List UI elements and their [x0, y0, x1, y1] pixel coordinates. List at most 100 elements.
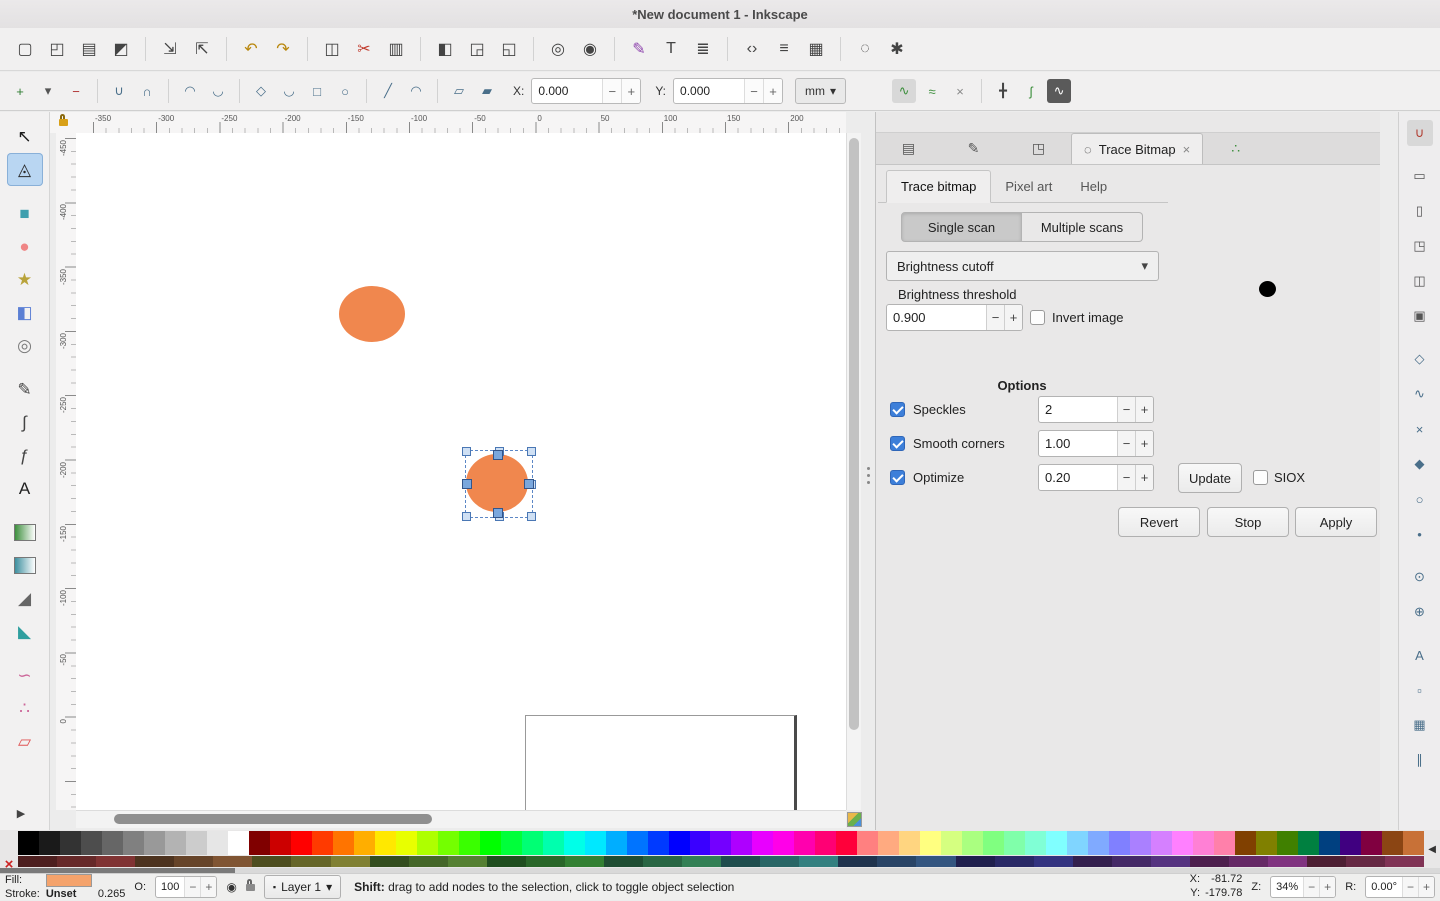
palette-swatch[interactable] — [1235, 831, 1256, 855]
palette-swatch[interactable] — [1340, 831, 1361, 855]
calligraphy-tool[interactable]: ƒ — [7, 439, 43, 472]
palette-swatch[interactable] — [752, 831, 773, 855]
palette-swatch[interactable] — [585, 831, 606, 855]
siox-checkbox[interactable] — [1253, 470, 1268, 485]
stop-button[interactable]: Stop — [1207, 507, 1289, 537]
palette-swatch[interactable] — [838, 856, 877, 867]
palette-swatch[interactable] — [773, 831, 794, 855]
import-icon[interactable]: ⇲ — [157, 36, 183, 62]
snap-path-icon[interactable]: ∿ — [1407, 381, 1433, 407]
palette-swatch[interactable] — [1277, 831, 1298, 855]
revert-button[interactable]: Revert — [1118, 507, 1200, 537]
speckles-input[interactable]: 2 − + — [1038, 396, 1154, 423]
palette-swatch[interactable] — [627, 831, 648, 855]
smooth-corners-input[interactable]: 1.00 − + — [1038, 430, 1154, 457]
palette-swatch[interactable] — [682, 856, 721, 867]
text-tool[interactable]: A — [7, 472, 43, 505]
palette-swatch[interactable] — [983, 831, 1004, 855]
increment-icon[interactable]: + — [1004, 305, 1022, 330]
ruler-corner[interactable] — [50, 112, 76, 133]
increment-icon[interactable]: + — [1135, 465, 1153, 490]
palette-swatch[interactable] — [920, 831, 941, 855]
palette-swatch[interactable] — [1151, 856, 1190, 867]
horizontal-scrollbar[interactable] — [76, 810, 846, 828]
tab-trace-bitmap-page[interactable]: Trace bitmap — [886, 170, 991, 203]
palette-swatch[interactable] — [648, 831, 669, 855]
color-management-icon[interactable] — [847, 812, 862, 827]
document-properties-icon[interactable]: ▦ — [803, 36, 829, 62]
increment-icon[interactable]: + — [1319, 877, 1335, 897]
palette-swatch[interactable] — [1382, 831, 1403, 855]
object-to-path-icon[interactable]: ▱ — [447, 79, 471, 103]
tab-trace-bitmap[interactable]: ◌ Trace Bitmap × — [1071, 133, 1203, 164]
optimize-input[interactable]: 0.20 − + — [1038, 464, 1154, 491]
palette-swatch[interactable] — [438, 831, 459, 855]
apply-button[interactable]: Apply — [1295, 507, 1377, 537]
palette-swatch[interactable] — [794, 831, 815, 855]
palette-swatch[interactable] — [18, 856, 57, 867]
join-nodes-icon[interactable]: ∩ — [135, 79, 159, 103]
x-increment-icon[interactable]: + — [621, 79, 640, 103]
break-path-icon[interactable]: ∪ — [107, 79, 131, 103]
speckles-checkbox[interactable] — [890, 402, 905, 417]
palette-swatch[interactable] — [409, 856, 448, 867]
dock-resize-grip[interactable] — [865, 460, 872, 490]
make-auto-node-icon[interactable]: ○ — [333, 79, 357, 103]
star-tool[interactable]: ★ — [7, 263, 43, 296]
palette-swatch[interactable] — [102, 831, 123, 855]
segment-to-curve-icon[interactable]: ◠ — [404, 79, 428, 103]
palette-swatch[interactable] — [459, 831, 480, 855]
increment-icon[interactable]: + — [200, 877, 216, 897]
ruler-lock-icon[interactable] — [59, 119, 68, 126]
palette-swatch[interactable] — [1268, 856, 1307, 867]
box3d-tool[interactable]: ◧ — [7, 296, 43, 329]
palette-swatch[interactable] — [1256, 831, 1277, 855]
palette-swatch[interactable] — [1025, 831, 1046, 855]
decrement-icon[interactable]: − — [1117, 431, 1135, 456]
snap-cusp-node-icon[interactable]: ◆ — [1407, 451, 1433, 477]
make-smooth-icon[interactable]: ◡ — [277, 79, 301, 103]
smooth-corners-checkbox[interactable] — [890, 436, 905, 451]
palette-swatch[interactable] — [1229, 856, 1268, 867]
x-decrement-icon[interactable]: − — [602, 79, 621, 103]
zoom-input[interactable]: 34% − + — [1270, 876, 1336, 898]
palette-swatch[interactable] — [331, 856, 370, 867]
clone-icon[interactable]: ◲ — [464, 36, 490, 62]
make-corner-icon[interactable]: ◇ — [249, 79, 273, 103]
duplicate-icon[interactable]: ◧ — [432, 36, 458, 62]
vertical-scrollbar[interactable] — [846, 133, 861, 810]
palette-swatch[interactable] — [857, 831, 878, 855]
export-icon[interactable]: ⇱ — [189, 36, 215, 62]
layer-visibility-icon[interactable]: ◉ — [226, 880, 236, 894]
tab-help[interactable]: Help — [1066, 170, 1121, 202]
new-document-icon[interactable]: ▢ — [12, 36, 38, 62]
palette-swatch[interactable] — [1361, 831, 1382, 855]
palette-swatch[interactable] — [1298, 831, 1319, 855]
selection-handle[interactable] — [527, 512, 536, 521]
palette-swatch[interactable] — [333, 831, 354, 855]
zoom-value[interactable]: 34% — [1271, 881, 1303, 893]
palette-swatch[interactable] — [760, 856, 799, 867]
palette-swatch[interactable] — [606, 831, 627, 855]
snap-toolbar-expand-icon[interactable]: ▶ — [0, 807, 42, 820]
update-button[interactable]: Update — [1178, 463, 1242, 493]
palette-swatch[interactable] — [1190, 856, 1229, 867]
snap-object-center-icon[interactable]: ⊙ — [1407, 564, 1433, 590]
opacity-value[interactable]: 100 — [156, 881, 184, 893]
palette-swatch[interactable] — [1004, 831, 1025, 855]
palette-swatch[interactable] — [396, 831, 417, 855]
text-dialog-icon[interactable]: T — [658, 36, 684, 62]
make-symmetric-icon[interactable]: □ — [305, 79, 329, 103]
horizontal-scrollbar-thumb[interactable] — [114, 814, 432, 824]
path-node[interactable] — [524, 479, 534, 489]
copy-icon[interactable]: ◫ — [319, 36, 345, 62]
snap-bbox-icon[interactable]: ▭ — [1407, 163, 1433, 189]
close-icon[interactable]: × — [1183, 142, 1191, 157]
decrement-icon[interactable]: − — [1117, 397, 1135, 422]
palette-swatch[interactable] — [291, 831, 312, 855]
palette-swatch[interactable] — [1151, 831, 1172, 855]
palette-swatch[interactable] — [448, 856, 487, 867]
invert-image-checkbox[interactable] — [1030, 310, 1045, 325]
redo-icon[interactable]: ↷ — [270, 36, 296, 62]
palette-swatch[interactable] — [731, 831, 752, 855]
